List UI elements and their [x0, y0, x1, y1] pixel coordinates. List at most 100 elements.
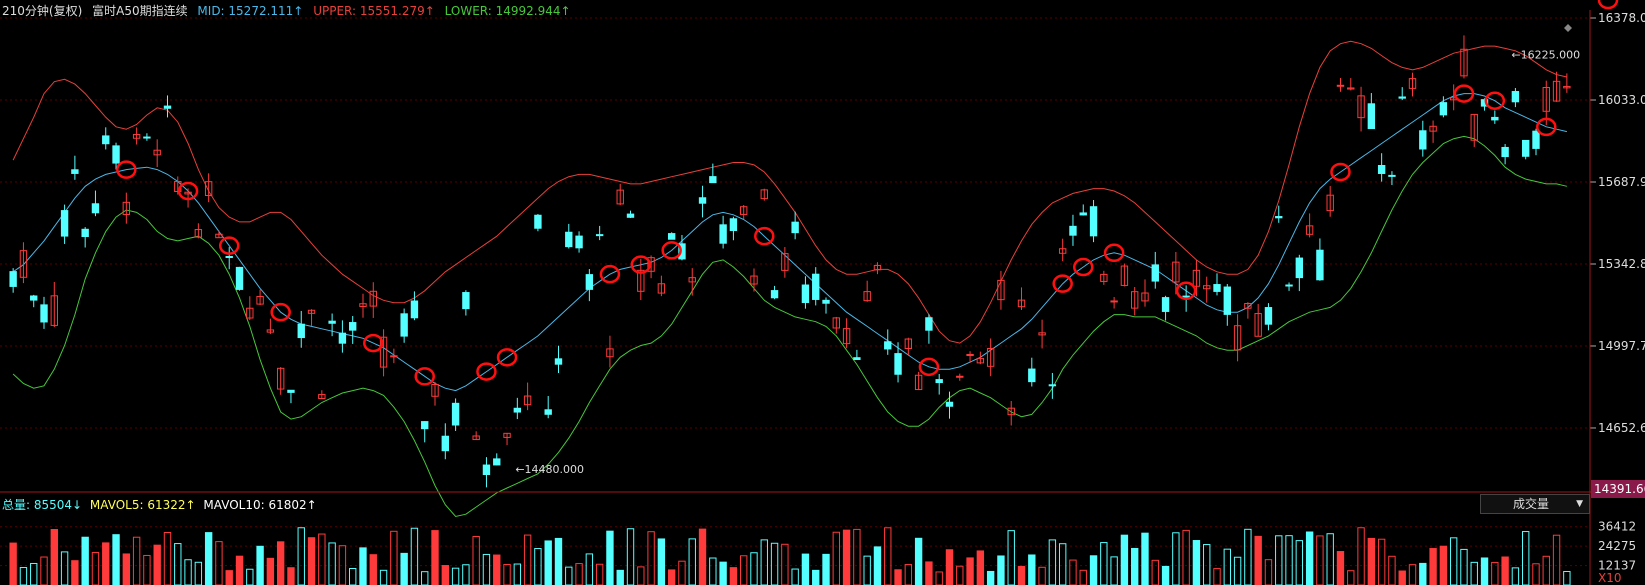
volume-bar	[1110, 556, 1118, 585]
chevron-down-icon: ▼	[1576, 499, 1583, 509]
volume-bar	[1408, 564, 1417, 585]
volume-bar	[1120, 534, 1129, 585]
volume-bar	[1203, 544, 1211, 585]
lower-value: LOWER: 14992.944↑	[444, 4, 571, 18]
volume-bar	[143, 554, 151, 585]
volume-bar	[997, 555, 1005, 585]
vol-tick-label: 24275	[1598, 539, 1636, 553]
period-label[interactable]: 210分钟(复权)	[2, 4, 82, 18]
volume-bar	[884, 527, 892, 585]
volume-bar	[1131, 547, 1139, 585]
candle-body	[966, 353, 974, 356]
candle-body	[462, 292, 470, 310]
y-tick-label: 16033.012	[1598, 93, 1645, 107]
high-marker-label: ←16225.000	[1511, 48, 1580, 61]
candle-body	[1388, 174, 1396, 177]
volume-bar	[513, 563, 522, 585]
volume-bar	[595, 563, 604, 585]
volume-bar	[400, 552, 408, 585]
candle-body	[1522, 139, 1530, 157]
volume-bar	[1398, 570, 1406, 585]
volume-bar	[1264, 559, 1273, 585]
candle-body	[441, 435, 449, 452]
candle-body	[812, 273, 820, 300]
volume-bar	[1491, 561, 1499, 585]
candle-body	[9, 271, 17, 287]
volume-bar	[698, 528, 707, 585]
volume-bar	[585, 553, 594, 585]
volume-header: 总量: 85504↓ MAVOL5: 61322↑ MAVOL10: 61802…	[2, 496, 321, 513]
volume-bar	[410, 527, 419, 585]
candle-body	[1532, 130, 1540, 149]
volume-bar	[1449, 537, 1458, 585]
mid-value: MID: 15272.111↑	[197, 4, 304, 18]
volume-bar	[256, 545, 264, 585]
candle-body	[770, 290, 779, 299]
volume-bar	[112, 534, 120, 585]
candle-body	[554, 358, 563, 365]
candle-body	[595, 234, 604, 237]
candle-body	[143, 136, 151, 139]
candle-body	[544, 409, 552, 415]
volume-bar	[19, 567, 28, 585]
volume-bar	[328, 542, 336, 585]
volume-bar	[575, 563, 583, 585]
vol-tick-label: 36412	[1598, 520, 1636, 534]
bollinger-bands	[12, 40, 1568, 518]
volume-bar	[307, 537, 316, 585]
candle-body	[575, 235, 583, 249]
volume-bar	[297, 527, 305, 585]
volume-bar	[544, 540, 552, 585]
volume-bar	[812, 569, 820, 585]
volume-bar	[91, 551, 100, 585]
candle-body	[729, 218, 738, 232]
volume-bar	[421, 571, 429, 585]
volume-bar	[1316, 535, 1324, 585]
volume-bar	[1542, 555, 1550, 585]
volume-bar	[1563, 570, 1571, 585]
volume-bar	[204, 532, 213, 585]
volume-bar	[1058, 543, 1067, 585]
lower-band-line	[12, 135, 1568, 518]
volume-bar	[1532, 563, 1540, 585]
annotation-circle	[1597, 0, 1619, 10]
candle-body	[534, 214, 542, 229]
instrument-label: 富时A50期指连续	[92, 4, 188, 18]
volume-bar	[1038, 566, 1046, 585]
candle-body	[1264, 307, 1273, 325]
candle-body	[667, 233, 676, 240]
volume-bar	[1501, 556, 1509, 585]
upper-value: UPPER: 15551.279↑	[313, 4, 435, 18]
volume-bar	[925, 561, 933, 585]
volume-bar	[1254, 535, 1262, 585]
volume-bar	[637, 566, 645, 585]
candle-body	[91, 203, 100, 214]
indicator-select[interactable]: 成交量 ▼	[1480, 494, 1590, 514]
candle-body	[1079, 212, 1087, 216]
y-tick-label: 14652.685	[1598, 421, 1645, 435]
volume-bar	[1182, 529, 1190, 585]
volume-bar	[184, 559, 192, 585]
volume-bar	[30, 562, 38, 585]
volume-bar	[894, 569, 902, 585]
candle-body	[1336, 84, 1345, 87]
volume-bar	[1522, 531, 1530, 585]
volume-bar	[441, 565, 449, 585]
volume-bar	[523, 534, 532, 585]
volume-bar	[657, 538, 666, 585]
volume-bar	[976, 550, 985, 585]
candle-body	[410, 300, 419, 319]
volume-bar	[1552, 534, 1561, 585]
volume-bar	[1357, 527, 1365, 585]
volume-bar	[174, 543, 182, 585]
volume-bar	[822, 553, 830, 585]
candle-body	[349, 322, 357, 331]
volume-bar	[318, 533, 326, 585]
volume-bar	[1336, 551, 1345, 585]
candle-body	[853, 357, 861, 360]
volume-bar	[1192, 540, 1201, 585]
indicator-select-value: 成交量	[1513, 497, 1550, 511]
volume-bar	[1141, 532, 1149, 585]
candle-body	[719, 224, 727, 244]
volume-bar	[935, 571, 943, 585]
